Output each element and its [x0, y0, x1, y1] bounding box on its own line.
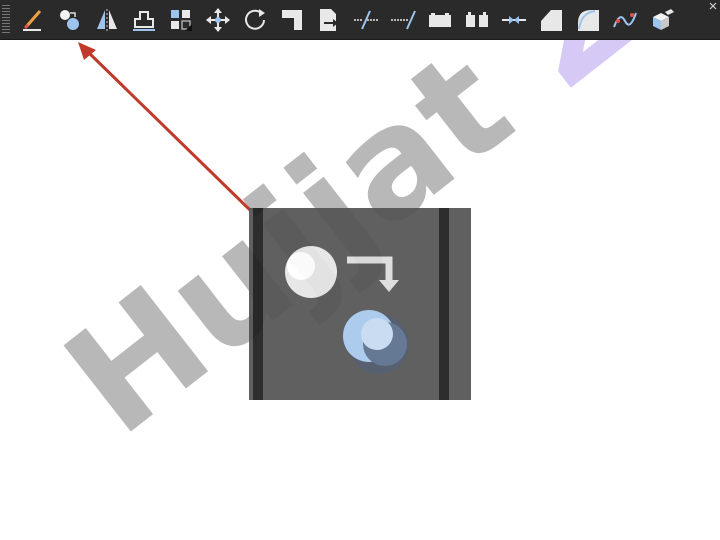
move-button[interactable] — [204, 5, 232, 35]
stretch-button[interactable] — [315, 5, 343, 35]
close-icon[interactable] — [709, 2, 717, 10]
extend-icon — [391, 10, 416, 29]
join-icon — [502, 15, 526, 24]
array-icon — [171, 9, 192, 31]
scale-button[interactable] — [278, 5, 306, 35]
close-x-icon — [709, 2, 717, 10]
fillet-icon — [578, 9, 599, 31]
trim-icon — [354, 10, 378, 29]
scale-icon — [282, 9, 302, 30]
offset-button[interactable] — [130, 5, 158, 35]
modify-toolbar — [0, 0, 720, 40]
break-icon — [466, 11, 488, 27]
blend-curves-button[interactable] — [611, 5, 639, 35]
extend-button[interactable] — [389, 5, 417, 35]
join-button[interactable] — [500, 5, 528, 35]
break-button[interactable] — [463, 5, 491, 35]
move-icon — [206, 7, 230, 32]
fillet-button[interactable] — [574, 5, 602, 35]
array-button[interactable] — [167, 5, 195, 35]
copy-button[interactable] — [56, 5, 84, 35]
erase-icon — [23, 9, 42, 31]
rotate-icon — [245, 8, 265, 30]
chamfer-button[interactable] — [537, 5, 565, 35]
rotate-button[interactable] — [241, 5, 269, 35]
break-at-point-icon — [429, 12, 451, 27]
copy-icon-magnified — [249, 208, 471, 400]
trim-button[interactable] — [352, 5, 380, 35]
mirror-button[interactable] — [93, 5, 121, 35]
break-at-point-button[interactable] — [426, 5, 454, 35]
chamfer-icon — [541, 9, 562, 31]
mirror-icon — [97, 8, 117, 31]
toolbar-grip[interactable] — [2, 4, 10, 35]
copy-icon-zoomed — [253, 208, 449, 400]
erase-button[interactable] — [19, 5, 47, 35]
copy-icon — [60, 9, 79, 30]
explode-icon — [653, 8, 674, 30]
blend-curves-icon — [613, 12, 637, 27]
stretch-icon — [320, 8, 338, 31]
explode-button[interactable] — [648, 5, 676, 35]
offset-icon — [133, 10, 155, 31]
